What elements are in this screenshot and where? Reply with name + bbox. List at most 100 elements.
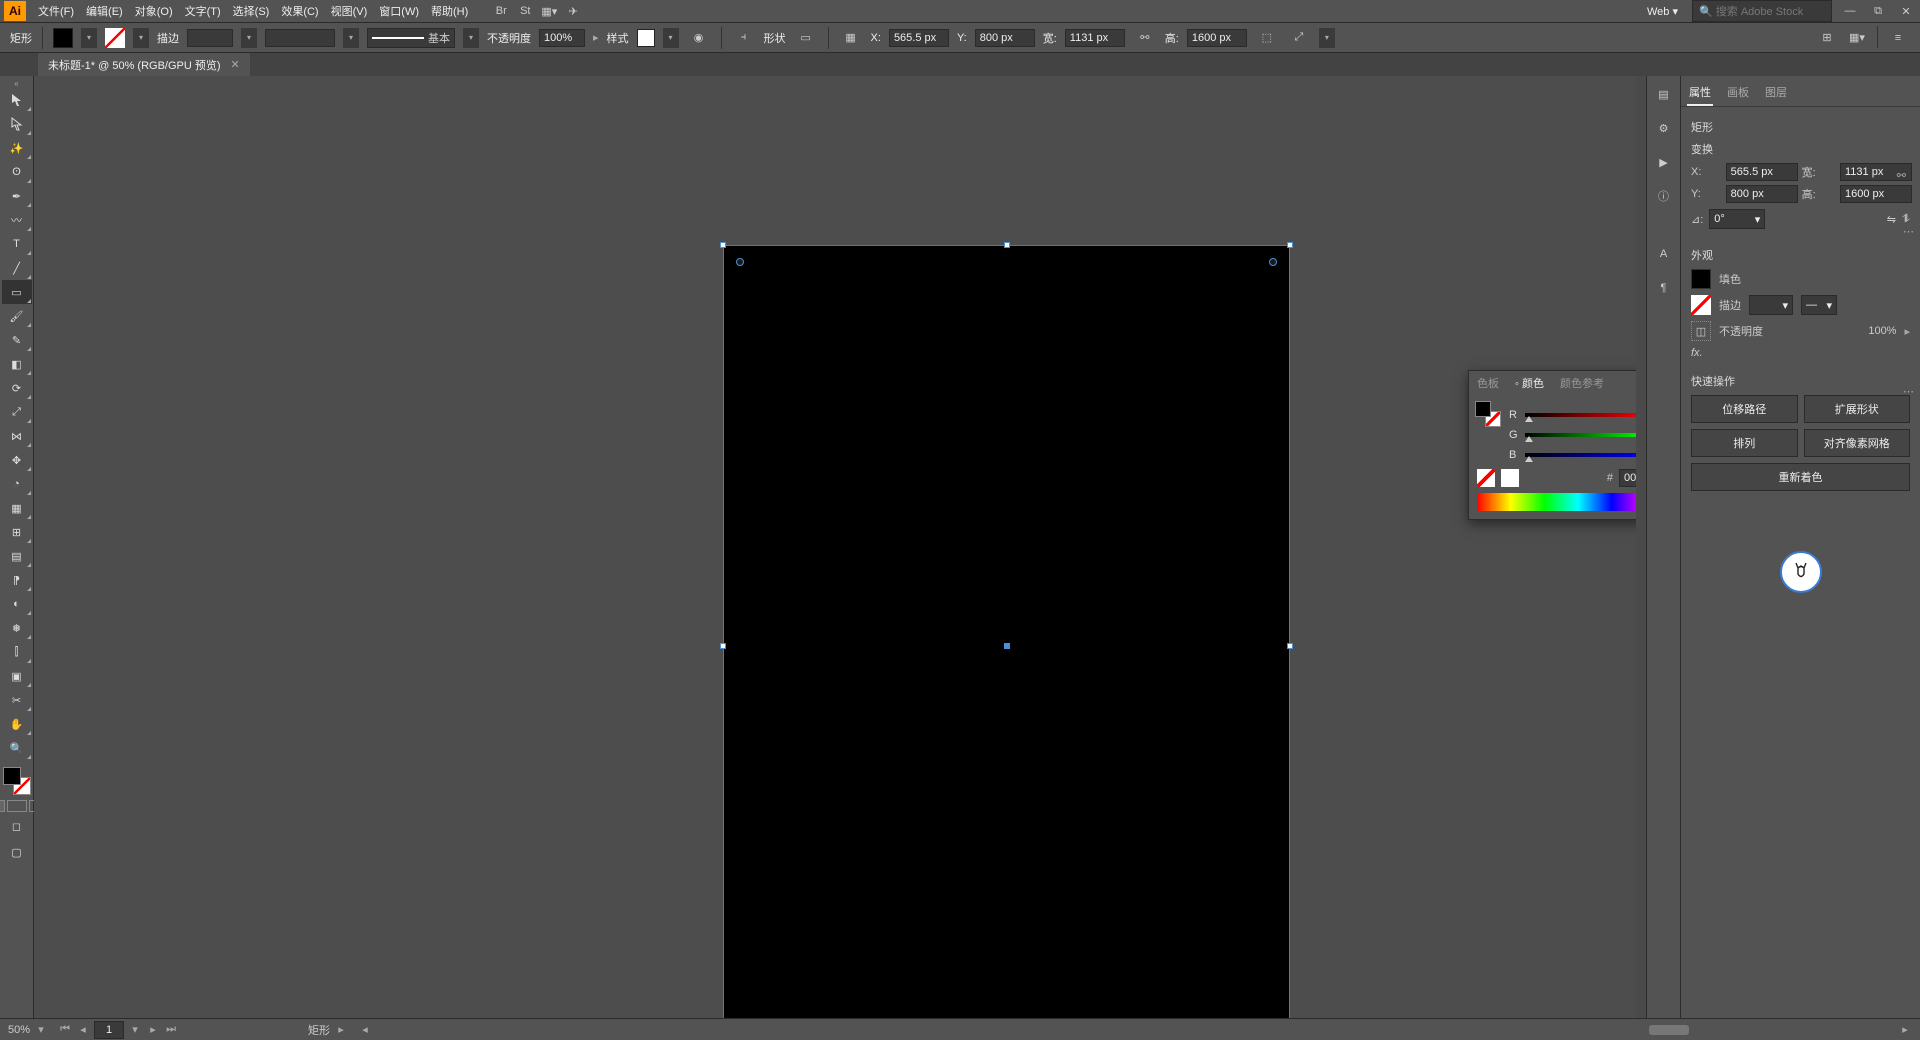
menu-object[interactable]: 对象(O): [129, 0, 179, 22]
link-wh-toggle[interactable]: ⚯: [1897, 169, 1906, 182]
shape-props-icon[interactable]: ▭: [794, 26, 818, 50]
scroll-right-icon[interactable]: ▸: [1898, 1023, 1912, 1036]
recolor-icon[interactable]: ◉: [687, 26, 711, 50]
brush-dropdown[interactable]: ▾: [463, 28, 479, 48]
align-icon[interactable]: ⫞: [732, 26, 756, 50]
menu-edit[interactable]: 编辑(E): [80, 0, 129, 22]
menu-window[interactable]: 窗口(W): [373, 0, 425, 22]
menu-effect[interactable]: 效果(C): [275, 0, 324, 22]
scale-tool[interactable]: ⤢: [2, 400, 32, 424]
color-tab[interactable]: ◦ 颜色: [1513, 372, 1546, 394]
next-artboard-icon[interactable]: ▸: [146, 1023, 160, 1036]
color-fill-mode[interactable]: [0, 800, 5, 812]
direct-selection-tool[interactable]: [2, 112, 32, 136]
opacity-input[interactable]: [539, 29, 585, 47]
h-input[interactable]: [1187, 29, 1247, 47]
screen-mode[interactable]: ▢: [2, 840, 32, 864]
status-popup-icon[interactable]: ▸: [334, 1023, 348, 1036]
gradient-tool[interactable]: ▤: [2, 544, 32, 568]
slice-tool[interactable]: ✂: [2, 688, 32, 712]
props-stroke-style[interactable]: —▾: [1801, 295, 1837, 315]
fill-dropdown[interactable]: ▾: [81, 28, 97, 48]
scrollbar-thumb[interactable]: [1649, 1025, 1689, 1035]
gpu-icon[interactable]: ✈: [564, 2, 582, 20]
variable-width-profile[interactable]: [265, 29, 335, 47]
libraries-icon[interactable]: ▤: [1652, 82, 1676, 106]
corner-widget-tl[interactable]: [736, 258, 744, 266]
stroke-weight-input[interactable]: [187, 29, 233, 47]
props-y-input[interactable]: [1726, 185, 1798, 203]
transform-more-icon[interactable]: ⋯: [1903, 225, 1914, 238]
rectangle-tool[interactable]: ▭: [2, 280, 32, 304]
artboard-number-input[interactable]: [94, 1021, 124, 1039]
color-spectrum[interactable]: [1477, 493, 1636, 511]
prev-artboard-icon[interactable]: ◂: [76, 1023, 90, 1036]
more-dropdown[interactable]: ▾: [1319, 28, 1335, 48]
menu-view[interactable]: 视图(V): [325, 0, 374, 22]
stroke-dropdown[interactable]: ▾: [133, 28, 149, 48]
properties-icon[interactable]: ⚙: [1652, 116, 1676, 140]
selection-handle-r[interactable]: [1287, 643, 1293, 649]
arrange-docs-icon[interactable]: ▦▾: [540, 2, 558, 20]
appearance-more-icon[interactable]: ⋯: [1903, 385, 1914, 398]
r-slider[interactable]: [1525, 410, 1636, 420]
doc-tab[interactable]: 未标题-1* @ 50% (RGB/GPU 预览) ✕: [38, 53, 250, 77]
mesh-tool[interactable]: ⊞: [2, 520, 32, 544]
offset-path-button[interactable]: 位移路径: [1691, 395, 1798, 423]
w-input[interactable]: [1065, 29, 1125, 47]
artboard-dropdown-icon[interactable]: ▾: [128, 1023, 142, 1036]
props-h-input[interactable]: [1840, 185, 1912, 203]
color-panel[interactable]: 色板 ◦ 颜色 颜色参考 « ✕ R 0 G: [1468, 370, 1636, 520]
fx-label[interactable]: fx.: [1691, 347, 1703, 359]
fill-color-swatch[interactable]: [53, 28, 73, 48]
blend-tool[interactable]: ◐: [2, 592, 32, 616]
workspace-switcher[interactable]: Web ▾: [1641, 3, 1684, 20]
hex-input[interactable]: [1619, 469, 1636, 487]
props-stroke-swatch[interactable]: [1691, 295, 1711, 315]
props-stroke-weight[interactable]: ▾: [1749, 295, 1793, 315]
selection-handle-tr[interactable]: [1287, 242, 1293, 248]
paragraph-icon[interactable]: ¶: [1652, 276, 1676, 300]
recolor-button[interactable]: 重新着色: [1691, 463, 1910, 491]
selected-rectangle[interactable]: 路点: [724, 246, 1289, 1018]
draw-mode-normal[interactable]: ◻: [2, 814, 32, 838]
flip-v-icon[interactable]: ⥮: [1902, 213, 1910, 226]
props-opacity-value[interactable]: 100%: [1868, 325, 1896, 337]
toolbox-collapse-icon[interactable]: «: [0, 78, 33, 88]
rotate-tool[interactable]: ⟳: [2, 376, 32, 400]
white-swatch[interactable]: [1501, 469, 1519, 487]
close-icon[interactable]: ✕: [1896, 3, 1916, 19]
flip-h-icon[interactable]: ⇋: [1887, 213, 1896, 226]
search-input[interactable]: 🔍 搜索 Adobe Stock: [1692, 0, 1832, 22]
restore-icon[interactable]: ⧉: [1868, 3, 1888, 19]
type-tool[interactable]: T: [2, 232, 32, 256]
eraser-tool[interactable]: ◧: [2, 352, 32, 376]
selection-handle-l[interactable]: [720, 643, 726, 649]
column-graph-tool[interactable]: ⫿: [2, 640, 32, 664]
free-transform-tool[interactable]: ✥: [2, 448, 32, 472]
align-pixel-button[interactable]: 对齐像素网格: [1804, 429, 1911, 457]
expand-shape-button[interactable]: 扩展形状: [1804, 395, 1911, 423]
horizontal-scrollbar[interactable]: [1428, 1025, 1888, 1035]
opacity-arrow[interactable]: ▸: [1904, 325, 1910, 338]
shape-builder-icon[interactable]: ⬚: [1255, 26, 1279, 50]
pen-tool[interactable]: ✒: [2, 184, 32, 208]
paintbrush-tool[interactable]: 🖌: [2, 304, 32, 328]
cp-fill-swatch[interactable]: [1475, 401, 1491, 417]
info-icon[interactable]: ⓘ: [1652, 184, 1676, 208]
canvas[interactable]: 路点 色板 ◦ 颜色 颜色参考 « ✕ R: [34, 76, 1636, 1018]
artboard-tool[interactable]: ▣: [2, 664, 32, 688]
style-dropdown[interactable]: ▾: [663, 28, 679, 48]
selection-tool[interactable]: [2, 88, 32, 112]
reference-point-icon[interactable]: ▦: [839, 26, 863, 50]
color-guide-tab[interactable]: 颜色参考: [1558, 372, 1606, 394]
lasso-tool[interactable]: ʘ: [2, 160, 32, 184]
character-icon[interactable]: A: [1652, 242, 1676, 266]
rotate-input[interactable]: 0°▾: [1709, 209, 1765, 229]
menu-file[interactable]: 文件(F): [32, 0, 80, 22]
stock-icon[interactable]: St: [516, 2, 534, 20]
vertical-scrollbar[interactable]: [1636, 76, 1646, 1018]
stroke-weight-dropdown[interactable]: ▾: [241, 28, 257, 48]
none-color-swatch[interactable]: [1477, 469, 1495, 487]
minimize-icon[interactable]: —: [1840, 3, 1860, 19]
